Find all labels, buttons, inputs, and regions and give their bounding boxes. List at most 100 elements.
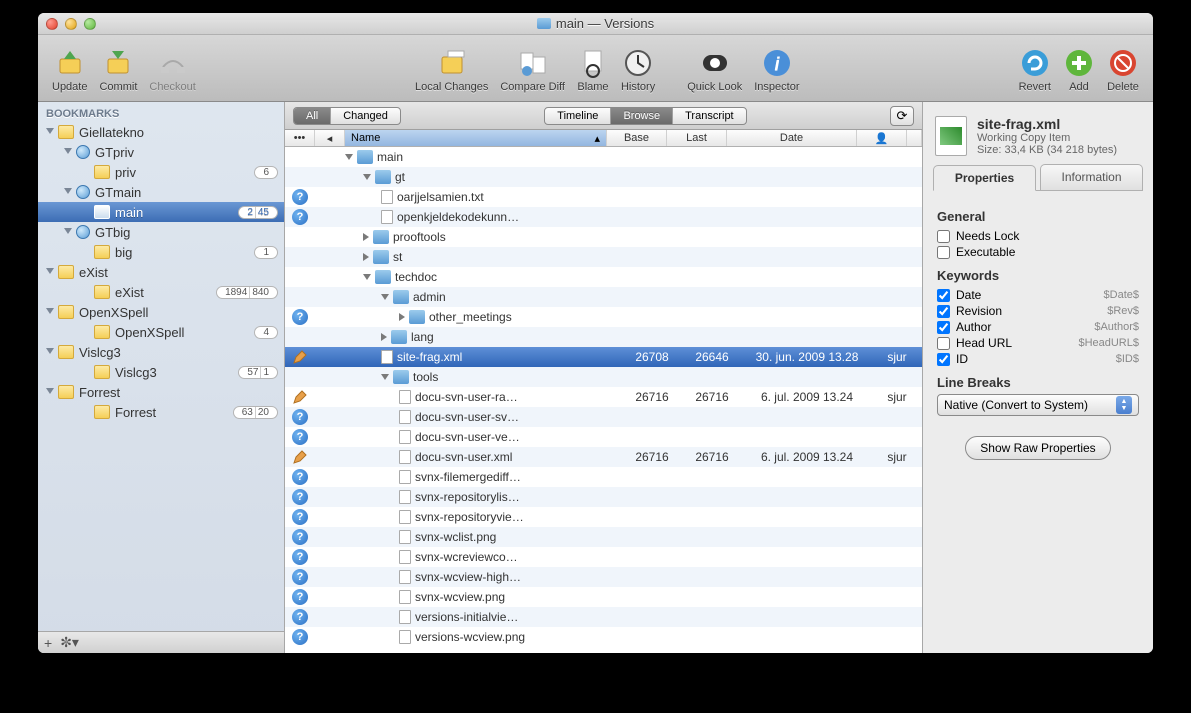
compare-diff-button[interactable]: Compare Diff xyxy=(494,43,571,93)
file-row[interactable]: docu-svn-user.xml26716267166. jul. 2009 … xyxy=(285,447,922,467)
file-row[interactable]: ?svnx-wcview.png xyxy=(285,587,922,607)
needs-lock-checkbox[interactable]: Needs Lock xyxy=(937,229,1019,243)
name-column[interactable]: Name▴ xyxy=(345,130,607,146)
sidebar-item[interactable]: eXist1894840 xyxy=(38,282,284,302)
back-column[interactable]: ◂ xyxy=(315,130,345,146)
disclosure-icon[interactable] xyxy=(64,188,73,197)
disclosure-right-icon[interactable] xyxy=(399,313,405,321)
update-button[interactable]: Update xyxy=(46,43,93,93)
base-rev: 26716 xyxy=(622,450,682,464)
file-name: lang xyxy=(411,330,434,344)
disclosure-down-icon[interactable] xyxy=(363,274,371,280)
sidebar-item[interactable]: GTpriv xyxy=(38,142,284,162)
file-row[interactable]: ?docu-svn-user-sv… xyxy=(285,407,922,427)
sidebar-item[interactable]: OpenXSpell xyxy=(38,302,284,322)
file-row[interactable]: ?svnx-repositoryvie… xyxy=(285,507,922,527)
sidebar-item[interactable]: GTbig xyxy=(38,222,284,242)
blame-button[interactable]: Blame xyxy=(571,43,615,93)
file-row[interactable]: ?svnx-wcreviewco… xyxy=(285,547,922,567)
file-row[interactable]: ?svnx-filemergediff… xyxy=(285,467,922,487)
local-changes-button[interactable]: Local Changes xyxy=(409,43,494,93)
disclosure-right-icon[interactable] xyxy=(381,333,387,341)
disclosure-icon[interactable] xyxy=(46,128,55,137)
add-button[interactable]: Add xyxy=(1057,43,1101,93)
sidebar-item[interactable]: Giellatekno xyxy=(38,122,284,142)
delete-button[interactable]: Delete xyxy=(1101,43,1145,93)
date-column[interactable]: Date xyxy=(727,130,857,146)
author-column[interactable]: 👤 xyxy=(857,130,907,146)
file-row[interactable]: admin xyxy=(285,287,922,307)
file-row[interactable]: site-frag.xml267082664630. jun. 2009 13.… xyxy=(285,347,922,367)
titlebar[interactable]: main — Versions xyxy=(38,13,1153,35)
disclosure-right-icon[interactable] xyxy=(363,233,369,241)
sidebar-item[interactable]: main245 xyxy=(38,202,284,222)
refresh-button[interactable]: ⟳ xyxy=(890,106,914,126)
file-row[interactable]: docu-svn-user-ra…26716267166. jul. 2009 … xyxy=(285,387,922,407)
tab-transcript[interactable]: Transcript xyxy=(673,108,746,124)
history-button[interactable]: History xyxy=(615,43,661,93)
keyword-checkbox[interactable]: Author xyxy=(937,320,991,334)
sidebar-item[interactable]: priv6 xyxy=(38,162,284,182)
disclosure-icon[interactable] xyxy=(46,268,55,277)
sidebar-item[interactable]: GTmain xyxy=(38,182,284,202)
file-row[interactable]: main xyxy=(285,147,922,167)
disclosure-icon[interactable] xyxy=(64,228,73,237)
revert-button[interactable]: Revert xyxy=(1013,43,1057,93)
sidebar-item-label: Vislcg3 xyxy=(79,345,121,360)
file-row[interactable]: ?versions-wcview.png xyxy=(285,627,922,647)
tab-information[interactable]: Information xyxy=(1040,164,1143,190)
sidebar-item[interactable]: OpenXSpell4 xyxy=(38,322,284,342)
disclosure-icon[interactable] xyxy=(46,348,55,357)
tab-properties[interactable]: Properties xyxy=(933,165,1036,191)
filter-changed[interactable]: Changed xyxy=(331,108,400,124)
file-icon xyxy=(399,530,411,544)
file-row[interactable]: lang xyxy=(285,327,922,347)
file-row[interactable]: gt xyxy=(285,167,922,187)
line-breaks-select[interactable]: Native (Convert to System)▲▼ xyxy=(937,394,1139,416)
gear-icon[interactable]: ✼▾ xyxy=(60,634,79,651)
tab-timeline[interactable]: Timeline xyxy=(545,108,611,124)
file-row[interactable]: techdoc xyxy=(285,267,922,287)
sidebar-item[interactable]: big1 xyxy=(38,242,284,262)
sidebar-item[interactable]: Forrest xyxy=(38,382,284,402)
file-row[interactable]: ?svnx-wcview-high… xyxy=(285,567,922,587)
file-row[interactable]: ?svnx-wclist.png xyxy=(285,527,922,547)
file-row[interactable]: ?versions-initialvie… xyxy=(285,607,922,627)
file-row[interactable]: ?docu-svn-user-ve… xyxy=(285,427,922,447)
filter-all[interactable]: All xyxy=(294,108,331,124)
file-row[interactable]: ?svnx-repositorylis… xyxy=(285,487,922,507)
executable-checkbox[interactable]: Executable xyxy=(937,245,1015,259)
keyword-checkbox[interactable]: ID xyxy=(937,352,968,366)
status-column[interactable]: ••• xyxy=(285,130,315,146)
file-row[interactable]: prooftools xyxy=(285,227,922,247)
inspector-button[interactable]: iInspector xyxy=(748,43,805,93)
last-column[interactable]: Last xyxy=(667,130,727,146)
disclosure-icon[interactable] xyxy=(64,148,73,157)
sidebar-item[interactable]: Vislcg3571 xyxy=(38,362,284,382)
quick-look-button[interactable]: Quick Look xyxy=(681,43,748,93)
keyword-checkbox[interactable]: Revision xyxy=(937,304,1002,318)
show-raw-properties-button[interactable]: Show Raw Properties xyxy=(965,436,1110,460)
disclosure-right-icon[interactable] xyxy=(363,253,369,261)
keyword-checkbox[interactable]: Date xyxy=(937,288,981,302)
sidebar-item[interactable]: eXist xyxy=(38,262,284,282)
keyword-checkbox[interactable]: Head URL xyxy=(937,336,1012,350)
file-row[interactable]: ?oarjjelsamien.txt xyxy=(285,187,922,207)
disclosure-down-icon[interactable] xyxy=(381,374,389,380)
disclosure-down-icon[interactable] xyxy=(345,154,353,160)
disclosure-icon[interactable] xyxy=(46,388,55,397)
file-row[interactable]: tools xyxy=(285,367,922,387)
add-bookmark-icon[interactable]: + xyxy=(44,635,52,651)
file-row[interactable]: ?other_meetings xyxy=(285,307,922,327)
commit-button[interactable]: Commit xyxy=(93,43,143,93)
sidebar-item[interactable]: Vislcg3 xyxy=(38,342,284,362)
sidebar-item[interactable]: Forrest6320 xyxy=(38,402,284,422)
disclosure-icon[interactable] xyxy=(46,308,55,317)
file-list[interactable]: maingt?oarjjelsamien.txt?openkjeldekodek… xyxy=(285,147,922,653)
file-row[interactable]: ?openkjeldekodekunn… xyxy=(285,207,922,227)
file-row[interactable]: st xyxy=(285,247,922,267)
tab-browse[interactable]: Browse xyxy=(611,108,673,124)
base-column[interactable]: Base xyxy=(607,130,667,146)
disclosure-down-icon[interactable] xyxy=(363,174,371,180)
disclosure-down-icon[interactable] xyxy=(381,294,389,300)
